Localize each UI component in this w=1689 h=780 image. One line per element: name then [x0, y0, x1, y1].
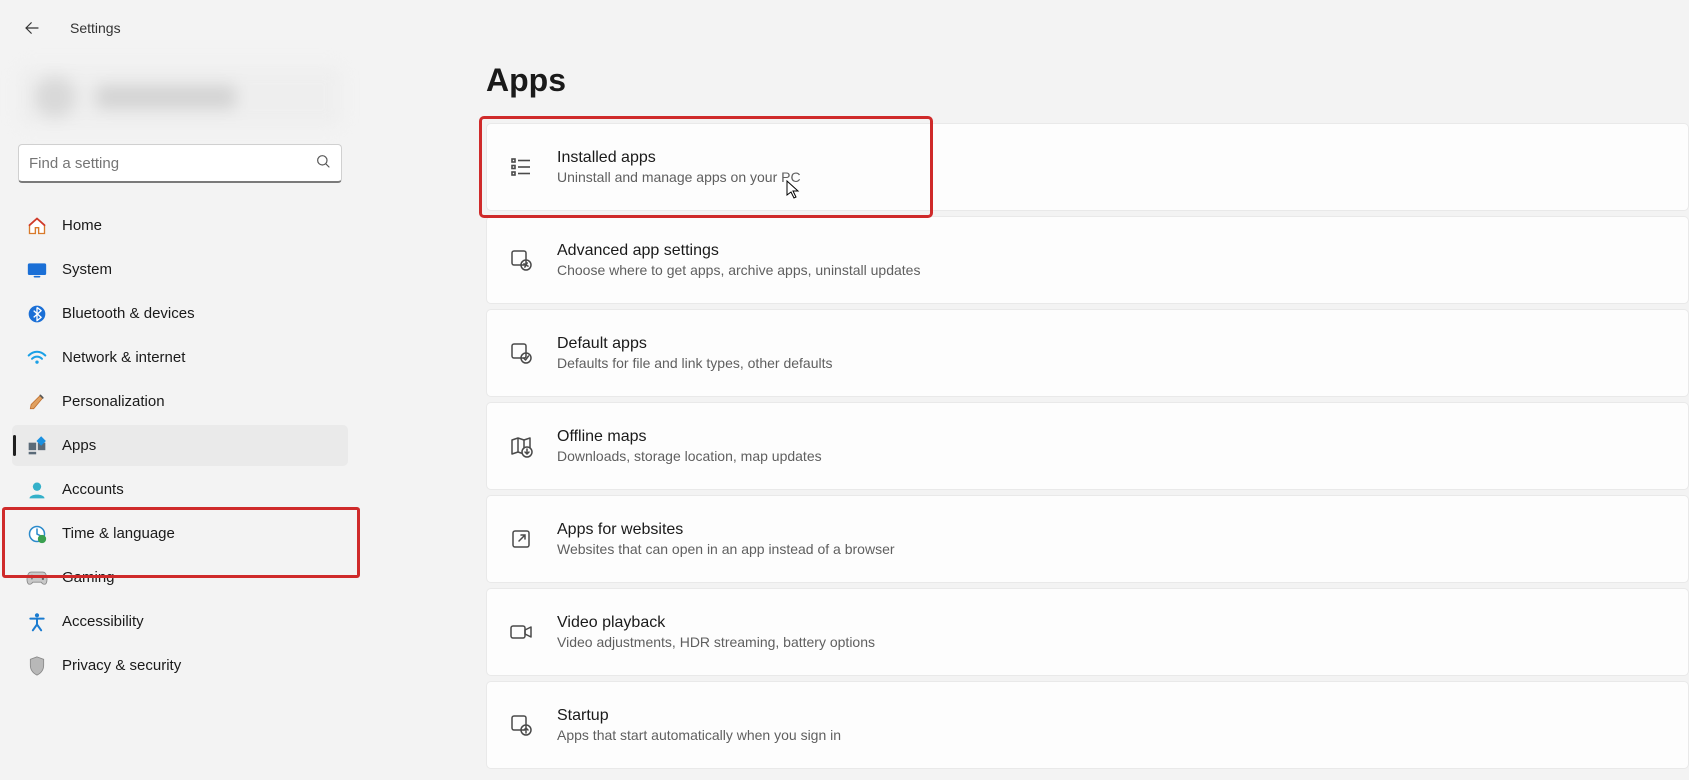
sidebar-item-network[interactable]: Network & internet [12, 337, 348, 378]
card-video-playback[interactable]: Video playback Video adjustments, HDR st… [486, 588, 1689, 676]
accessibility-icon [26, 611, 48, 633]
gaming-icon [26, 567, 48, 589]
sidebar-item-label: Accounts [62, 481, 124, 498]
home-icon [26, 215, 48, 237]
card-title: Installed apps [557, 147, 801, 169]
card-apps-for-websites[interactable]: Apps for websites Websites that can open… [486, 495, 1689, 583]
sidebar-item-privacy[interactable]: Privacy & security [12, 645, 348, 686]
sidebar-item-label: Personalization [62, 393, 165, 410]
content: Apps Installed apps Uninstall and manage… [486, 56, 1689, 780]
card-subtitle: Websites that can open in an app instead… [557, 540, 895, 559]
card-offline-maps[interactable]: Offline maps Downloads, storage location… [486, 402, 1689, 490]
header: Settings [0, 0, 1689, 56]
sidebar-item-label: Accessibility [62, 613, 144, 630]
card-subtitle: Apps that start automatically when you s… [557, 726, 841, 745]
sidebar-item-home[interactable]: Home [12, 205, 348, 246]
account-area[interactable] [18, 66, 342, 128]
account-name-placeholder [96, 85, 236, 109]
default-apps-icon [507, 339, 535, 367]
card-subtitle: Downloads, storage location, map updates [557, 447, 822, 466]
card-default-apps[interactable]: Default apps Defaults for file and link … [486, 309, 1689, 397]
bluetooth-icon [26, 303, 48, 325]
sidebar-item-accounts[interactable]: Accounts [12, 469, 348, 510]
search-box[interactable] [18, 144, 342, 183]
arrow-left-icon [23, 19, 41, 37]
apps-icon [26, 435, 48, 457]
sidebar-item-label: Apps [62, 437, 96, 454]
card-subtitle: Video adjustments, HDR streaming, batter… [557, 633, 875, 652]
card-title: Offline maps [557, 426, 822, 448]
card-title: Apps for websites [557, 519, 895, 541]
video-icon [507, 618, 535, 646]
sidebar-item-label: Time & language [62, 525, 175, 542]
wifi-icon [26, 347, 48, 369]
card-title: Video playback [557, 612, 875, 634]
list-grid-icon [507, 153, 535, 181]
paintbrush-icon [26, 391, 48, 413]
sidebar-item-label: Bluetooth & devices [62, 305, 195, 322]
shield-icon [26, 655, 48, 677]
accounts-icon [26, 479, 48, 501]
card-subtitle: Choose where to get apps, archive apps, … [557, 261, 920, 280]
sidebar-item-gaming[interactable]: Gaming [12, 557, 348, 598]
search-icon[interactable] [315, 153, 331, 174]
startup-icon [507, 711, 535, 739]
sidebar-item-system[interactable]: System [12, 249, 348, 290]
avatar [34, 76, 76, 118]
sidebar-item-label: System [62, 261, 112, 278]
sidebar-item-label: Network & internet [62, 349, 185, 366]
window-title: Settings [70, 20, 121, 36]
clock-globe-icon [26, 523, 48, 545]
card-installed-apps[interactable]: Installed apps Uninstall and manage apps… [486, 123, 1689, 211]
search-input[interactable] [29, 151, 315, 176]
sidebar-item-personalization[interactable]: Personalization [12, 381, 348, 422]
card-title: Advanced app settings [557, 240, 920, 262]
card-advanced-app-settings[interactable]: Advanced app settings Choose where to ge… [486, 216, 1689, 304]
sidebar-item-apps[interactable]: Apps [12, 425, 348, 466]
page-title: Apps [486, 62, 1689, 99]
sidebar: Home System Bluetooth & devices Network … [0, 56, 360, 780]
card-startup[interactable]: Startup Apps that start automatically wh… [486, 681, 1689, 769]
sidebar-item-label: Privacy & security [62, 657, 181, 674]
system-icon [26, 259, 48, 281]
back-button[interactable] [18, 14, 46, 42]
sidebar-item-label: Home [62, 217, 102, 234]
card-title: Startup [557, 705, 841, 727]
nav-list: Home System Bluetooth & devices Network … [0, 205, 360, 686]
card-subtitle: Uninstall and manage apps on your PC [557, 168, 801, 187]
map-download-icon [507, 432, 535, 460]
sidebar-item-label: Gaming [62, 569, 115, 586]
open-external-icon [507, 525, 535, 553]
sidebar-item-bluetooth[interactable]: Bluetooth & devices [12, 293, 348, 334]
card-subtitle: Defaults for file and link types, other … [557, 354, 832, 373]
card-title: Default apps [557, 333, 832, 355]
cards-list: Installed apps Uninstall and manage apps… [486, 123, 1689, 769]
app-settings-icon [507, 246, 535, 274]
sidebar-item-time[interactable]: Time & language [12, 513, 348, 554]
sidebar-item-accessibility[interactable]: Accessibility [12, 601, 348, 642]
